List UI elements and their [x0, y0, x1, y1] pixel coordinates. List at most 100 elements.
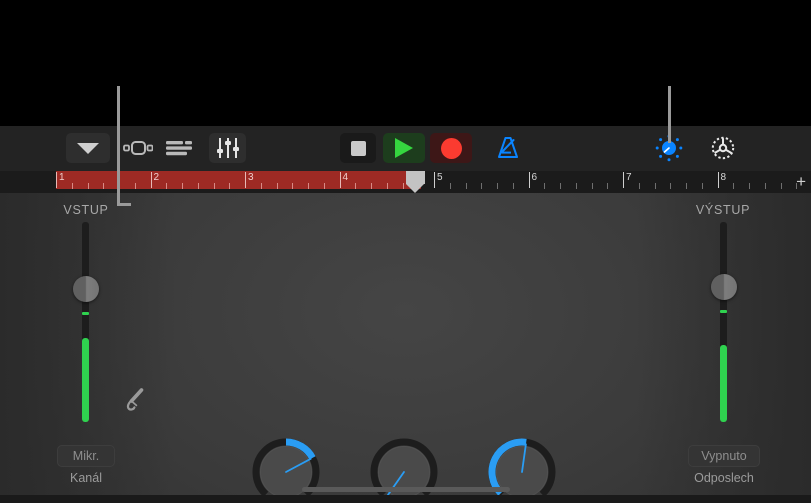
ruler-beat-tick: [560, 183, 561, 189]
ruler-beat-tick: [371, 183, 372, 189]
ruler-beat-tick: [591, 183, 593, 189]
tuner-callout-line-lower: [668, 126, 671, 143]
ruler-beat-tick: [481, 183, 483, 189]
timeline-ruler[interactable]: 1 2 3 4 5 6 7 8 +: [0, 171, 811, 193]
playhead-tip: [406, 184, 424, 193]
ruler-beat-tick: [134, 183, 136, 189]
input-strip-sublabel: Kanál: [70, 471, 102, 485]
output-strip-sublabel: Odposlech: [694, 471, 754, 485]
ruler-bar-tick: [434, 172, 435, 188]
ruler-beat-tick: [638, 183, 640, 189]
ruler-bar-number: 1: [59, 172, 65, 183]
ruler-beat-tick: [402, 183, 404, 189]
ruler-beat-tick: [764, 183, 766, 189]
settings-button[interactable]: [706, 133, 740, 163]
pitch-control-knob[interactable]: Pitch Control: [368, 436, 440, 503]
bottom-bar: [0, 495, 811, 503]
ruler-beat-tick: [465, 183, 467, 189]
ruler-beat-tick: [213, 183, 215, 189]
ruler-bar-number: 6: [531, 172, 538, 183]
output-fader-knob[interactable]: [711, 274, 737, 300]
ruler-bar-tick: [528, 172, 530, 188]
track-cell-icon: [123, 141, 153, 155]
ruler-bar-tick: [150, 172, 152, 188]
knob-dial: [488, 438, 556, 498]
ruler-beat-tick: [292, 183, 294, 189]
metronome-button[interactable]: [492, 133, 524, 163]
ruler-beat-tick: [182, 183, 183, 189]
garageband-window: 1 2 3 4 5 6 7 8 + VSTUP Mikr. Kanál VÝSTUP Vypn…: [0, 0, 811, 503]
ruler-beat-tick: [355, 183, 357, 189]
ruler-beat-tick: [733, 183, 735, 189]
tracks-view-button[interactable]: [119, 133, 157, 163]
cycle-region[interactable]: [56, 171, 421, 189]
ruler-beat-tick: [686, 183, 687, 189]
ruler-beat-tick: [103, 183, 105, 189]
input-meter-level: [82, 338, 89, 422]
ruler-beat-tick: [386, 183, 388, 189]
ruler-beat-tick: [544, 183, 546, 189]
ruler-beat-tick: [497, 183, 498, 189]
input-meter-peak: [82, 312, 89, 315]
ruler-bar-number: 2: [153, 172, 160, 183]
ruler-beat-tick: [670, 183, 672, 189]
ruler-bar-number: 5: [437, 172, 443, 183]
gear-icon: [711, 136, 735, 160]
ruler-beat-tick: [654, 183, 656, 189]
stop-icon: [350, 140, 366, 156]
ruler-beat-tick: [780, 183, 782, 189]
ruler-beat-tick: [166, 183, 168, 189]
play-button[interactable]: [383, 133, 425, 163]
ruler-beat-tick: [701, 183, 703, 189]
ruler-beat-tick: [229, 183, 231, 189]
tuner-callout-line: [668, 86, 671, 126]
ruler-bar-tick: [339, 172, 341, 188]
play-icon: [395, 138, 413, 158]
input-source-button[interactable]: Mikr.: [57, 445, 115, 467]
list-icon: [166, 141, 192, 156]
stop-button[interactable]: [340, 133, 376, 163]
mixer-button[interactable]: [209, 133, 246, 163]
record-button[interactable]: [430, 133, 472, 163]
navigation-chevron-button[interactable]: [66, 133, 110, 163]
output-strip-title: VÝSTUP: [695, 203, 751, 217]
knob-dial: [370, 438, 438, 498]
ruler-beat-tick: [575, 183, 577, 189]
ruler-beat-tick: [607, 183, 609, 189]
output-monitor-button[interactable]: Vypnuto: [688, 445, 760, 467]
ruler-bar-number: 7: [626, 172, 632, 183]
ruler-beat-tick: [512, 183, 514, 189]
ruler-beat-tick: [308, 183, 309, 189]
ruler-beat-tick: [71, 183, 73, 189]
ruler-beat-tick: [449, 183, 451, 189]
ruler-beat-tick: [276, 183, 278, 189]
record-icon: [440, 137, 462, 159]
ruler-beat-tick: [197, 183, 199, 189]
ruler-bar-number: 8: [720, 172, 727, 183]
playhead[interactable]: [406, 171, 425, 193]
microphone-icon[interactable]: [122, 385, 150, 415]
list-view-button[interactable]: [160, 133, 198, 163]
ruler-beat-tick: [323, 183, 325, 189]
input-microphone-callout-line: [117, 86, 120, 126]
output-meter-level: [720, 345, 727, 422]
horizontal-scrollbar[interactable]: [302, 487, 510, 492]
annotation-overlay: [0, 0, 811, 126]
add-section-button[interactable]: +: [796, 173, 806, 190]
chevron-down-icon: [77, 142, 99, 154]
sliders-icon: [216, 138, 239, 158]
compressor-knob[interactable]: Compressor: [486, 436, 558, 503]
main-toolbar: [0, 126, 811, 172]
input-microphone-callout-elbow: [117, 203, 131, 206]
ruler-beat-tick: [260, 183, 262, 189]
ruler-bar-tick: [245, 172, 246, 188]
knob-dial: [252, 438, 320, 498]
ruler-beat-tick: [749, 183, 750, 189]
ruler-bar-tick: [623, 172, 624, 188]
ruler-bar-tick: [717, 172, 719, 188]
tone-knob[interactable]: Tone: [250, 436, 322, 503]
ruler-bar-tick: [56, 172, 57, 188]
input-microphone-callout-line-lower: [117, 126, 120, 206]
input-fader-knob[interactable]: [73, 276, 99, 302]
ruler-bar-number: 4: [342, 172, 349, 183]
